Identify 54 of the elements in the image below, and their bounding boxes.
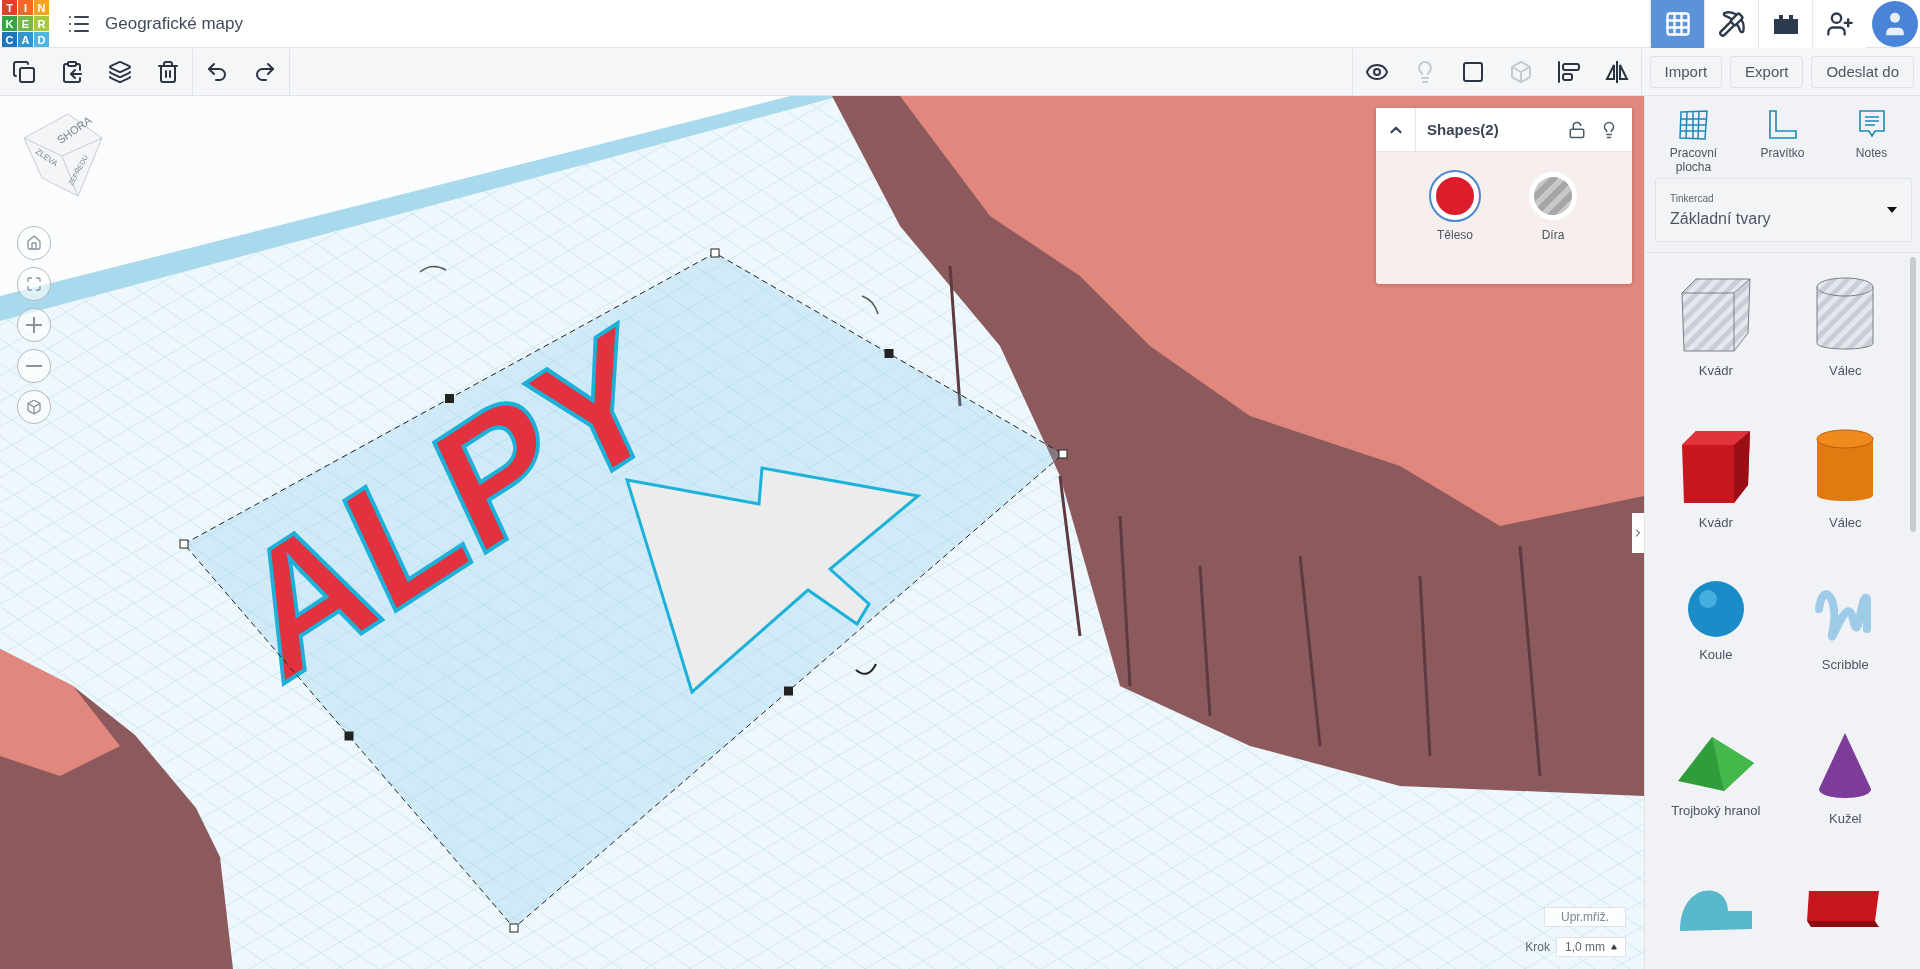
rotate-handle-icon[interactable] [855,663,877,675]
shape-item[interactable]: Kvádr [1651,275,1781,405]
shape-item[interactable]: Válec [1780,275,1910,405]
rotate-handle-icon[interactable] [419,265,447,273]
fit-view-icon [26,276,42,292]
panel-tool-button[interactable]: Pravítko [1741,108,1824,174]
shape-item[interactable]: Válec [1780,427,1910,557]
panel-toggle[interactable] [1632,513,1644,553]
toolbar-button[interactable]: Export [1730,55,1804,88]
panel-tool-button[interactable]: Notes [1830,108,1913,174]
logo-tiles[interactable]: T I N K E R C A D [2,0,49,47]
add-user-icon [1825,9,1854,38]
group-icon [1460,59,1485,84]
align-icon [1556,59,1581,84]
shape-type-option[interactable]: Těleso [1431,172,1479,242]
inspector-title: Shapes(2) [1426,121,1500,138]
shape-type-option[interactable]: Díra [1529,172,1577,242]
duplicate-icon [108,59,132,84]
view-control-button[interactable] [17,390,51,424]
home-icon [26,235,42,251]
selection-outline[interactable] [179,248,1068,933]
clipboard-icon [60,59,84,84]
snap-label: Krok [1525,940,1550,954]
library-dropdown[interactable]: Tinkercad Základní tvary [1655,178,1912,242]
workplane-icon [1676,108,1711,142]
view-control-button[interactable] [17,308,51,342]
caret-icon [1611,944,1617,950]
edit-grid-button[interactable]: Upr.mřiž. [1544,907,1626,927]
copy-icon [12,59,36,84]
add-user-button[interactable] [1812,0,1866,48]
view-control-button[interactable] [17,349,51,383]
pickaxe-icon [1717,9,1746,38]
trash-icon [156,59,180,84]
grid-icon [1663,9,1692,38]
caret-icon [1887,207,1897,213]
shape-item[interactable]: Kužel [1780,731,1910,861]
shape-item[interactable]: Koule [1651,579,1781,709]
project-title: Geografické mapy [105,13,243,34]
panel-tool-button[interactable]: Pracovní plocha [1652,108,1735,174]
snap-select[interactable]: 1,0 mm [1556,937,1626,957]
shape-item[interactable]: Trojboký hranol [1651,731,1781,861]
avatar[interactable] [1872,0,1918,47]
view-button[interactable] [1758,0,1812,48]
shape-item[interactable]: Kvádr [1651,427,1781,557]
toolbar-button[interactable]: Odeslat do [1811,55,1914,88]
rotate-handle-icon[interactable] [861,295,879,315]
mirror-icon [1603,58,1630,85]
cube-icon [26,399,42,415]
ungroup-icon [1508,59,1533,84]
shape-item[interactable]: Scribble [1780,579,1910,709]
toolbar-button[interactable]: Import [1649,55,1723,88]
zoom-in-icon [26,317,42,333]
view-button[interactable] [1704,0,1758,48]
sphere-drawing [1685,579,1746,639]
